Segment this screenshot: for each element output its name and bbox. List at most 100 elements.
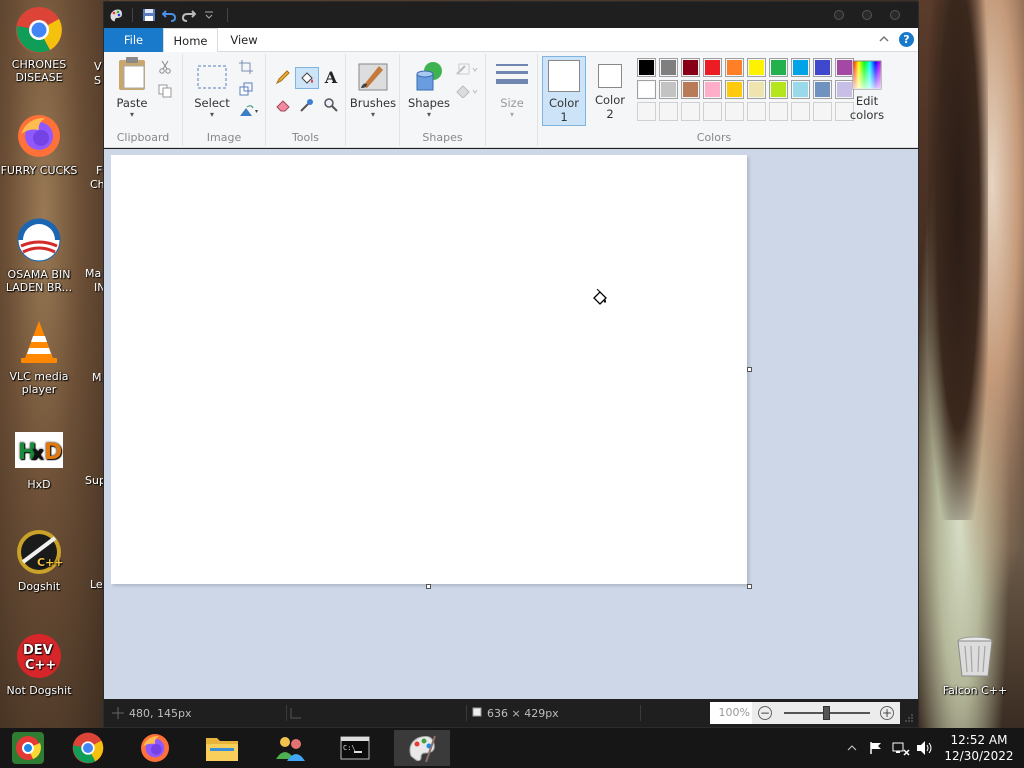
fill-icon[interactable] [295,67,319,89]
palette-swatch[interactable] [791,58,810,77]
chrome-icon [72,732,104,764]
palette-swatch[interactable] [703,80,722,99]
undo-icon[interactable] [159,5,179,25]
magnifier-icon[interactable] [322,96,340,114]
tab-view[interactable]: View [218,28,270,52]
palette-swatch[interactable] [769,58,788,77]
palette-swatch[interactable] [813,58,832,77]
palette-swatch[interactable] [725,102,744,121]
resize-handle-corner[interactable] [747,584,752,589]
palette-swatch[interactable] [703,58,722,77]
resize-grip-icon[interactable] [904,713,914,726]
zoom-in-button[interactable]: + [880,706,894,720]
canvas-area[interactable] [104,149,918,699]
desktop-icon-label: HxD [27,478,51,491]
palette-swatch[interactable] [791,102,810,121]
palette-swatch[interactable] [813,80,832,99]
edit-colors-button[interactable]: Edit colors [845,56,889,122]
customize-qat-icon[interactable] [199,5,219,25]
palette-swatch[interactable] [637,58,656,77]
maximize-button[interactable] [862,10,872,20]
svg-text:x: x [32,443,44,464]
shapes-button[interactable]: Shapes ▾ [404,56,454,119]
palette-swatch[interactable] [681,58,700,77]
drawing-canvas[interactable] [111,155,747,584]
taskbar-paint[interactable] [394,730,450,766]
palette-swatch[interactable] [769,102,788,121]
taskbar-file-explorer[interactable] [194,730,250,766]
paste-label: Paste [116,96,148,110]
action-center-flag-icon[interactable] [866,728,886,768]
firefox-icon [141,734,169,762]
palette-swatch[interactable] [747,102,766,121]
brushes-button[interactable]: Brushes ▾ [349,56,397,119]
select-button[interactable]: Select ▾ [189,56,235,119]
volume-icon[interactable] [914,728,936,768]
crop-icon[interactable] [237,58,255,76]
redo-icon[interactable] [179,5,199,25]
palette-swatch[interactable] [725,80,744,99]
desktop-icon-osama-bin-laden[interactable]: OSAMA BIN LADEN BR... [0,216,78,294]
palette-swatch[interactable] [747,80,766,99]
group-tools: A Tools [266,54,346,146]
pencil-icon[interactable] [274,68,292,86]
show-hidden-icons[interactable] [844,728,860,768]
paste-button[interactable]: Paste ▾ [110,56,154,119]
color1-button[interactable]: Color 1 [542,56,586,126]
resize-handle-bottom[interactable] [426,584,431,589]
status-bar: 480, 145px 636 × 429px 100% − + [104,699,918,727]
desktop-icon-vlc[interactable]: VLC media player [0,318,78,396]
palette-swatch-color [683,104,698,119]
palette-swatch[interactable] [813,102,832,121]
desktop-icon-not-dogshit[interactable]: DEV C++ Not Dogshit [0,632,78,697]
desktop-icon-dogshit[interactable]: C++ Dogshit [0,528,78,593]
taskbar-firefox[interactable] [127,730,183,766]
close-button[interactable] [890,10,900,20]
eraser-icon[interactable] [274,96,292,114]
resize-icon[interactable] [237,80,255,98]
system-clock[interactable]: 12:52 AM 12/30/2022 [940,732,1018,764]
taskbar-chrome[interactable] [60,730,116,766]
palette-swatch[interactable] [769,80,788,99]
rotate-icon[interactable] [237,102,261,120]
desktop-icon-furry-cucks[interactable]: FURRY CUCKS [0,112,78,177]
save-icon[interactable] [139,5,159,25]
palette-swatch[interactable] [681,80,700,99]
paint-app-icon[interactable] [106,5,126,25]
zoom-out-button[interactable]: − [758,706,772,720]
help-icon[interactable]: ? [899,32,914,47]
palette-swatch[interactable] [637,102,656,121]
palette-swatch[interactable] [725,58,744,77]
taskbar-network-people[interactable] [262,730,318,766]
tab-file[interactable]: File [104,28,163,52]
palette-swatch[interactable] [747,58,766,77]
palette-swatch[interactable] [791,80,810,99]
palette-swatch[interactable] [681,102,700,121]
brushes-label: Brushes [349,96,397,110]
palette-swatch[interactable] [659,58,678,77]
text-icon[interactable]: A [322,68,340,87]
tab-home[interactable]: Home [163,28,218,53]
taskbar-cmd[interactable]: C:\ [327,730,383,766]
zoom-slider-thumb[interactable] [823,706,830,720]
color2-button[interactable]: Color 2 [590,56,630,126]
palette-swatch[interactable] [637,80,656,99]
size-button[interactable]: Size ▾ [490,56,534,119]
cut-icon[interactable] [156,58,174,76]
collapse-ribbon-icon[interactable] [878,33,890,48]
palette-swatch[interactable] [703,102,722,121]
taskbar-chrome-alt[interactable] [0,730,56,766]
resize-handle-right[interactable] [747,367,752,372]
desktop-icon-chrones-disease[interactable]: CHRONES DISEASE [0,6,78,84]
color-picker-icon[interactable] [298,96,316,114]
palette-swatch[interactable] [659,80,678,99]
desktop-icon-hxd[interactable]: H x D HxD [0,426,78,491]
minimize-button[interactable] [834,10,844,20]
palette-swatch[interactable] [659,102,678,121]
desktop-icon-recycle-bin[interactable]: Falcon C++ [936,632,1014,697]
copy-icon[interactable] [156,82,174,100]
outline-icon[interactable] [454,60,482,78]
color1-number: 1 [560,110,568,124]
network-icon[interactable] [890,728,912,768]
fill-shape-icon[interactable] [454,82,482,100]
